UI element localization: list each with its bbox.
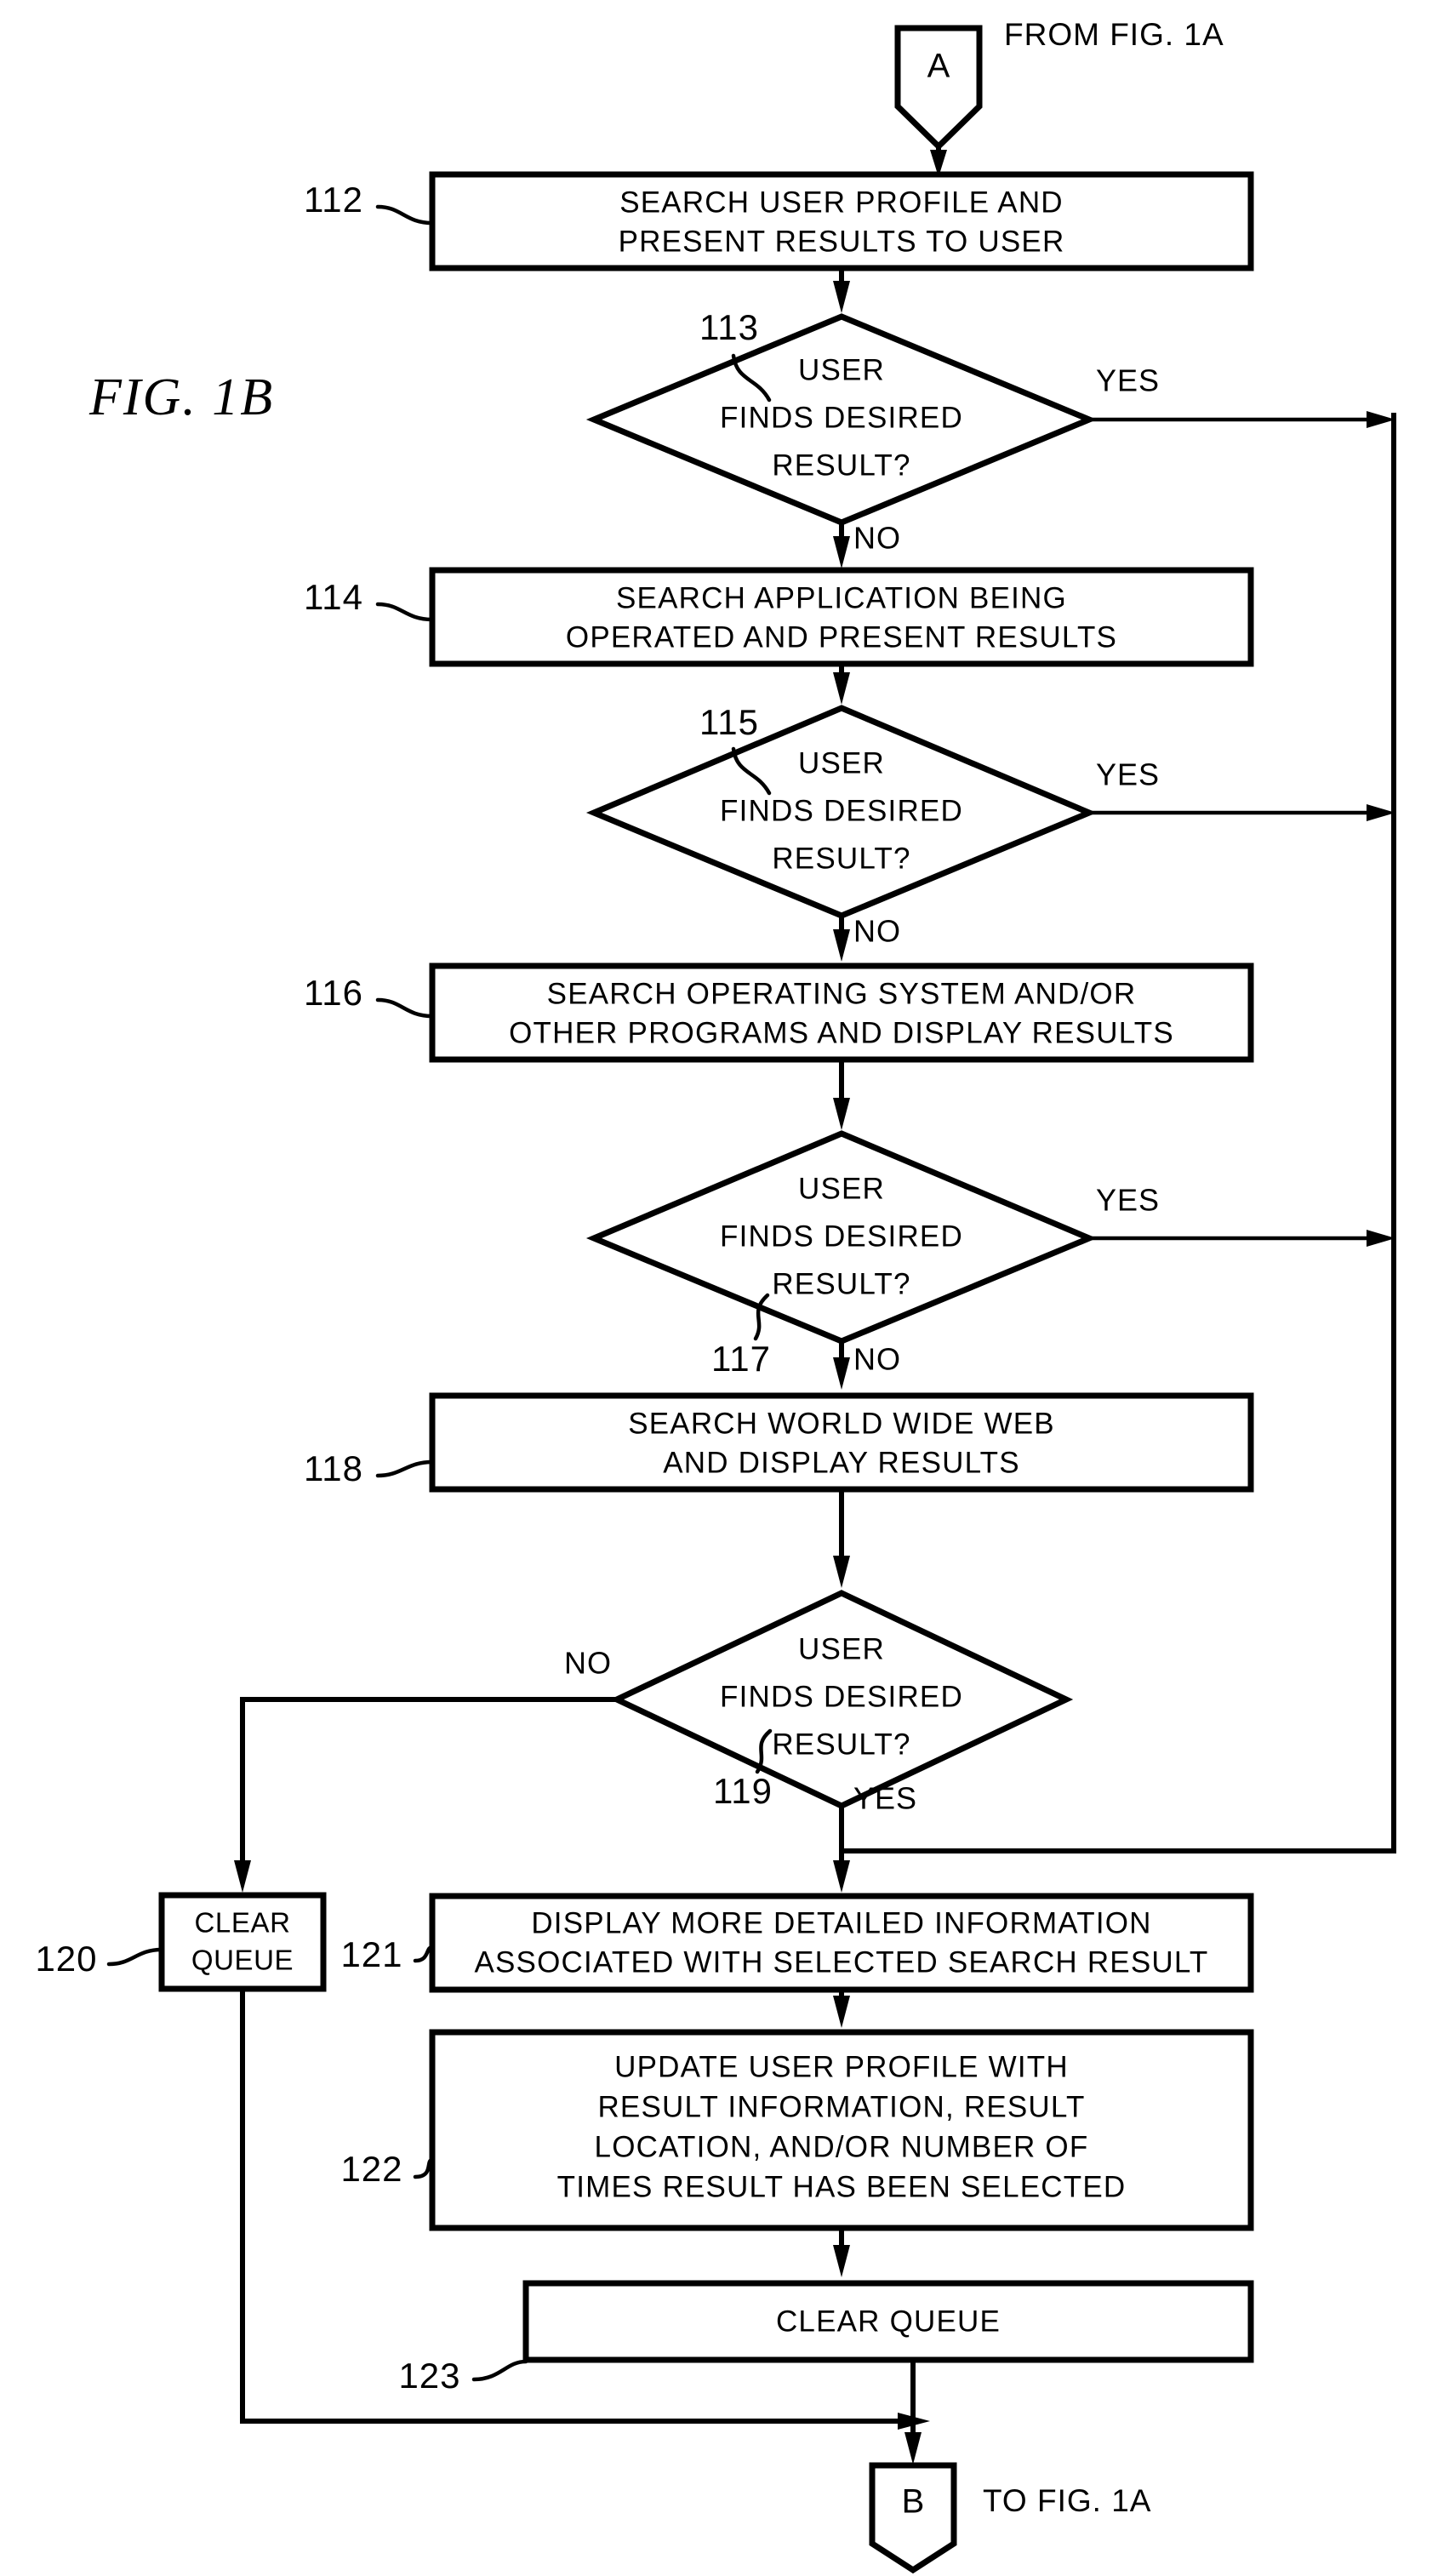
decision-113-line-1: USER: [798, 353, 885, 386]
branch-label-117-yes: YES: [1096, 1183, 1160, 1218]
arrowhead-115-yes: [1367, 804, 1395, 821]
flowchart-canvas: FIG. 1B A FROM FIG. 1A SEARCH USER PROFI…: [35, 17, 1396, 2574]
arrowhead-121-to-122: [833, 1996, 850, 2028]
ref-number-121: 121: [340, 1934, 402, 1974]
connector-b-note: TO FIG. 1A: [983, 2483, 1151, 2518]
process-box-123-line-1: CLEAR QUEUE: [776, 2305, 1001, 2338]
process-box-120-line-1: CLEAR: [194, 1907, 290, 1939]
decision-117-line-3: RESULT?: [772, 1267, 910, 1300]
arrowhead-116-to-117: [833, 1098, 850, 1130]
process-box-122-line-2: RESULT INFORMATION, RESULT: [597, 2090, 1085, 2123]
process-box-112-line-1: SEARCH USER PROFILE AND: [619, 186, 1064, 219]
decision-117-line-1: USER: [798, 1172, 885, 1205]
arrowhead-119-yes: [833, 1860, 850, 1893]
branch-label-117-no: NO: [853, 1342, 901, 1377]
ref-number-122: 122: [340, 2149, 402, 2189]
process-box-112-line-2: PRESENT RESULTS TO USER: [619, 225, 1065, 258]
ref-number-116: 116: [304, 973, 363, 1013]
arrowhead-123-to-b: [904, 2432, 922, 2465]
arrowhead-119-no: [234, 1860, 251, 1893]
ref-number-113: 113: [699, 307, 759, 347]
leader-120: [106, 1947, 164, 1967]
arrowhead-114-to-115: [833, 672, 850, 705]
branch-label-113-no: NO: [853, 521, 901, 556]
edge-119-no: [240, 1697, 617, 1876]
process-box-121-line-2: ASSOCIATED WITH SELECTED SEARCH RESULT: [474, 1945, 1208, 1979]
decision-115-line-3: RESULT?: [772, 842, 910, 875]
patent-figure-page: FIG. 1B A FROM FIG. 1A SEARCH USER PROFI…: [0, 0, 1438, 2576]
arrowhead-113-yes: [1367, 411, 1395, 428]
decision-115-line-2: FINDS DESIRED: [720, 794, 963, 827]
ref-number-120: 120: [35, 1939, 97, 1979]
process-box-116-line-1: SEARCH OPERATING SYSTEM AND/OR: [547, 977, 1137, 1010]
figure-label: FIG. 1B: [88, 368, 274, 426]
branch-label-119-yes: YES: [853, 1781, 917, 1816]
ref-number-123: 123: [398, 2356, 460, 2396]
connector-a-shape: [894, 25, 983, 151]
decision-113-line-2: FINDS DESIRED: [720, 401, 963, 434]
ref-number-115: 115: [699, 702, 759, 742]
leader-114: [375, 602, 435, 622]
arrowhead-117-no: [833, 1357, 850, 1390]
process-box-121-line-1: DISPLAY MORE DETAILED INFORMATION: [531, 1906, 1151, 1939]
process-box-122-line-4: TIMES RESULT HAS BEEN SELECTED: [557, 2170, 1127, 2203]
arrowhead-112-to-113: [833, 281, 850, 313]
process-box-118-line-2: AND DISPLAY RESULTS: [663, 1446, 1020, 1479]
connector-a-note: FROM FIG. 1A: [1004, 17, 1224, 52]
branch-label-113-yes: YES: [1096, 363, 1160, 398]
leader-118: [375, 1459, 435, 1478]
decision-115-line-1: USER: [798, 746, 885, 780]
process-box-120-line-2: QUEUE: [191, 1945, 294, 1976]
arrowhead-122-to-123: [833, 2245, 850, 2277]
decision-119-line-2: FINDS DESIRED: [720, 1680, 963, 1713]
connector-b-letter: B: [902, 2483, 925, 2521]
branch-label-115-no: NO: [853, 914, 901, 949]
decision-113-line-3: RESULT?: [772, 448, 910, 482]
leader-112: [375, 204, 435, 226]
decision-117-line-2: FINDS DESIRED: [720, 1219, 963, 1253]
ref-number-119: 119: [713, 1771, 773, 1811]
ref-number-118: 118: [304, 1448, 363, 1488]
ref-number-114: 114: [304, 577, 363, 617]
arrowhead-117-yes: [1367, 1230, 1395, 1247]
process-box-122-line-3: LOCATION, AND/OR NUMBER OF: [595, 2130, 1089, 2163]
process-box-122-line-1: UPDATE USER PROFILE WITH: [614, 2050, 1069, 2083]
leader-123: [471, 2359, 528, 2382]
arrowhead-118-to-119: [833, 1556, 850, 1588]
decision-119-line-3: RESULT?: [772, 1728, 910, 1761]
arrowhead-115-no: [833, 929, 850, 962]
connector-a-letter: A: [927, 48, 950, 85]
decision-119-line-1: USER: [798, 1632, 885, 1665]
branch-label-119-no: NO: [564, 1646, 612, 1681]
ref-number-117: 117: [711, 1339, 771, 1379]
leader-116: [375, 997, 435, 1019]
process-box-118-line-1: SEARCH WORLD WIDE WEB: [628, 1407, 1055, 1440]
process-box-116-line-2: OTHER PROGRAMS AND DISPLAY RESULTS: [509, 1016, 1174, 1049]
branch-label-115-yes: YES: [1096, 757, 1160, 792]
ref-number-112: 112: [304, 180, 363, 220]
